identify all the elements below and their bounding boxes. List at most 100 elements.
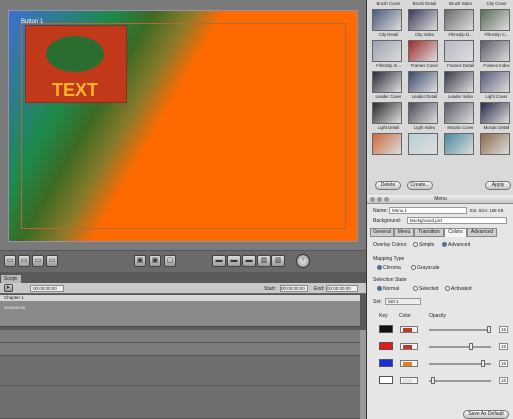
template-thumbnail[interactable] — [408, 133, 441, 156]
timeline-track[interactable] — [0, 386, 360, 419]
button-text: TEXT — [52, 80, 99, 100]
template-thumbnail[interactable] — [372, 133, 405, 156]
background-field[interactable]: Background.pict — [407, 217, 507, 224]
opacity-slider[interactable] — [429, 326, 491, 333]
menu-canvas[interactable]: Button 1 TEXT — [8, 10, 358, 242]
mapping-grayscale-radio[interactable]: Grayscale — [411, 265, 440, 271]
thumbnail-caption: Mosaic Cover — [447, 125, 474, 130]
simulate-button-icon[interactable]: ↑ — [296, 254, 310, 268]
thumbnail-image — [408, 40, 438, 62]
template-thumbnail[interactable] — [480, 133, 513, 156]
color-well[interactable] — [400, 377, 418, 384]
template-thumbnail[interactable]: City Detail — [372, 9, 405, 37]
template-thumbnail[interactable]: Light Detail — [372, 102, 405, 130]
tab-script[interactable]: Script — [0, 274, 22, 283]
thumbnail-image — [444, 102, 474, 124]
grid-icon[interactable]: ▥ — [257, 255, 271, 267]
template-thumbnail[interactable] — [444, 133, 477, 156]
color-column-header: Color — [399, 313, 411, 319]
state-activated-radio[interactable]: Activated — [445, 286, 472, 292]
zoom-icon[interactable] — [384, 197, 389, 202]
template-thumbnail[interactable]: Leader Index — [444, 71, 477, 99]
template-thumbnail[interactable]: City Cover — [480, 0, 513, 6]
end-time-field[interactable]: 00:00:00:00 — [326, 285, 358, 292]
template-thumbnail[interactable]: Mosaic Cover — [444, 102, 477, 130]
align-icon-3[interactable]: ▬ — [242, 255, 256, 267]
template-thumbnail[interactable]: Brush Index — [444, 0, 477, 6]
tab-transition[interactable]: Transition — [414, 228, 444, 237]
thumbnail-image — [480, 102, 510, 124]
template-thumbnail[interactable]: Brush Detail — [408, 0, 441, 6]
start-time-field[interactable]: 00:00:00:00 — [280, 285, 308, 292]
template-thumbnail[interactable]: Leader Detail — [408, 71, 441, 99]
grid-icon-2[interactable]: ▥ — [271, 255, 285, 267]
align-icon-2[interactable]: ▬ — [227, 255, 241, 267]
view-icon-3[interactable]: ▢ — [164, 255, 176, 267]
template-thumbnail[interactable]: Light Cover — [480, 71, 513, 99]
align-icon[interactable]: ▬ — [212, 255, 226, 267]
color-well[interactable] — [400, 326, 418, 333]
close-icon[interactable] — [370, 197, 375, 202]
layer-icon-4[interactable]: ▭ — [46, 255, 58, 267]
thumbnail-caption: Light Detail — [377, 125, 400, 130]
template-thumbnail[interactable]: Frames Index — [480, 40, 513, 68]
thumbnail-image — [444, 133, 474, 155]
template-thumbnail[interactable]: Filmstrip C... — [480, 9, 513, 37]
template-thumbnail[interactable]: Filmstrip In... — [372, 40, 405, 68]
color-well[interactable] — [400, 360, 418, 367]
template-thumbnail[interactable]: Frames Detail — [444, 40, 477, 68]
tab-advanced[interactable]: Advanced — [467, 228, 497, 237]
opacity-slider[interactable] — [429, 360, 491, 367]
tab-menu[interactable]: Menu — [394, 228, 414, 237]
viewer-toolbar: ▭ ▭ ▭ ▭ ▣ ▣ ▢ ▬ ▬ ▬ ▥ ▥ ↑ — [0, 250, 366, 272]
slider-knob[interactable] — [469, 343, 473, 350]
state-selected-radio[interactable]: Selected — [413, 286, 438, 292]
opacity-slider[interactable] — [429, 343, 491, 350]
menu-button[interactable]: TEXT — [25, 25, 127, 103]
timeline-track[interactable] — [0, 343, 360, 356]
slider-knob[interactable] — [481, 360, 485, 367]
overlay-advanced-radio[interactable]: Advanced — [442, 242, 470, 248]
template-thumbnail[interactable]: Filmstrip D... — [444, 9, 477, 37]
slider-knob[interactable] — [487, 326, 491, 333]
view-icon-2[interactable]: ▣ — [149, 255, 161, 267]
thumbnail-image — [480, 133, 510, 155]
mapping-chroma-radio[interactable]: Chroma — [377, 265, 401, 271]
opacity-value-field[interactable]: 15 — [499, 360, 508, 367]
thumbnail-caption: Brush Index — [449, 1, 472, 6]
timeline-track[interactable] — [0, 356, 360, 386]
tab-colors[interactable]: Colors — [444, 228, 467, 237]
color-well[interactable] — [400, 343, 418, 350]
tab-general[interactable]: General — [370, 228, 394, 237]
opacity-value-field[interactable]: 15 — [499, 343, 508, 350]
current-time-field[interactable]: 00:00:00:00 — [30, 285, 64, 292]
state-normal-radio[interactable]: Normal — [377, 286, 399, 292]
opacity-slider[interactable] — [429, 377, 491, 384]
layer-icon-3[interactable]: ▭ — [32, 255, 44, 267]
apply-button[interactable]: Apply — [485, 181, 511, 190]
timeline-track[interactable] — [0, 330, 360, 343]
opacity-value-field[interactable]: 15 — [499, 326, 508, 333]
slider-knob[interactable] — [431, 377, 435, 384]
create-button[interactable]: Create... — [407, 181, 433, 190]
timeline-track[interactable]: 00:00:00:00 — [0, 301, 360, 327]
template-thumbnail[interactable]: Brush Cover — [372, 0, 405, 6]
template-thumbnail[interactable]: Light Index — [408, 102, 441, 130]
template-thumbnail[interactable]: Frames Cover — [408, 40, 441, 68]
template-thumbnail[interactable]: Leader Cover — [372, 71, 405, 99]
playhead-icon[interactable]: ▸ — [4, 284, 13, 292]
layer-icon[interactable]: ▭ — [4, 255, 16, 267]
view-icon[interactable]: ▣ — [134, 255, 146, 267]
name-field[interactable]: Menu 1 — [389, 207, 467, 214]
inspector-title-text: Menu — [434, 196, 447, 202]
set-popup[interactable]: Set 1 — [385, 298, 421, 305]
template-thumbnail[interactable]: Mosaic Detail — [480, 102, 513, 130]
template-thumbnail[interactable]: City Index — [408, 9, 441, 37]
delete-button[interactable]: Delete — [375, 181, 401, 190]
overlay-simple-radio[interactable]: Simple — [413, 242, 434, 248]
minimize-icon[interactable] — [377, 197, 382, 202]
save-as-default-button[interactable]: Save As Default — [463, 410, 509, 419]
opacity-column-header: Opacity — [429, 313, 446, 319]
opacity-value-field[interactable]: 15 — [499, 377, 508, 384]
layer-icon-2[interactable]: ▭ — [18, 255, 30, 267]
